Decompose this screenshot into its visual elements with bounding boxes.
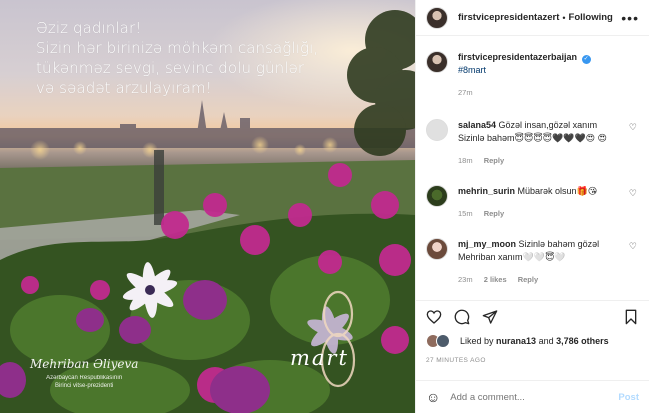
- comment-time: 15m: [458, 209, 473, 218]
- signature-title-line: Birinci vitse-prezidenti: [55, 383, 114, 389]
- reply-button[interactable]: Reply: [484, 156, 504, 165]
- post-button[interactable]: Post: [618, 392, 639, 403]
- reply-button[interactable]: Reply: [484, 209, 504, 218]
- comment: salana54 Gözəl insan,gözəl xanım Sizinlə…: [426, 119, 639, 167]
- liked-by-prefix: Liked by: [460, 336, 494, 346]
- emoji-icon[interactable]: ☺: [426, 390, 440, 404]
- caption-username[interactable]: firstvicepresidentazerbaijan: [458, 52, 577, 62]
- signature-title-line: Azərbaycan Respublikasının: [46, 375, 123, 381]
- add-comment-input[interactable]: [450, 391, 619, 403]
- greeting-text: Əziz qadınlar! Sizin hər birinizə möhkəm…: [36, 18, 366, 98]
- comment-icon[interactable]: [454, 309, 470, 325]
- comment-username[interactable]: mehrin_surin: [458, 186, 515, 196]
- comment-text: Mübarək olsun🎁😘: [517, 186, 598, 196]
- share-icon[interactable]: [482, 309, 498, 325]
- caption: firstvicepresidentazerbaijan ✓ #8mart 27…: [426, 37, 639, 99]
- avatar[interactable]: [426, 238, 448, 260]
- like-heart-icon[interactable]: [426, 309, 442, 325]
- more-options-icon[interactable]: •••: [621, 11, 639, 25]
- verified-badge-icon: ✓: [581, 55, 591, 64]
- signature-title: Azərbaycan Respublikasının Birinci vitse…: [30, 374, 138, 390]
- avatar[interactable]: [426, 119, 448, 141]
- post-header: firstvicepresidentazert • Following •••: [416, 0, 649, 36]
- instagram-post: Əziz qadınlar! Sizin hər birinizə möhkəm…: [0, 0, 649, 413]
- likes-summary: Liked by nurana13 and 3,786 others: [426, 334, 609, 348]
- like-comment-heart-icon[interactable]: ♡: [629, 188, 637, 199]
- avatar[interactable]: [426, 185, 448, 207]
- post-time: 27 MINUTES AGO: [426, 357, 486, 364]
- like-comment-heart-icon[interactable]: ♡: [629, 122, 637, 133]
- add-comment-bar: ☺ Post: [416, 380, 649, 413]
- bookmark-icon[interactable]: [623, 309, 639, 325]
- comment-time: 18m: [458, 156, 473, 165]
- greeting-line: tükənməz sevgi, sevinc dolu günlər: [36, 59, 305, 77]
- comment-time: 23m: [458, 275, 473, 284]
- hashtag-link[interactable]: #8mart: [458, 65, 486, 75]
- caption-time: 27m: [458, 88, 473, 97]
- greeting-line: Əziz qadınlar!: [36, 19, 142, 37]
- following-button[interactable]: Following: [569, 12, 613, 23]
- liked-by-user[interactable]: nurana13: [496, 336, 536, 346]
- post-sidebar: firstvicepresidentazert • Following ••• …: [415, 0, 649, 413]
- liked-by-text: Liked by nurana13 and 3,786 others: [460, 336, 609, 346]
- header-username[interactable]: firstvicepresidentazert: [458, 12, 559, 23]
- greeting-line: Sizin hər birinizə möhkəm cansağlığı,: [36, 39, 319, 57]
- liker-avatars[interactable]: [426, 334, 454, 348]
- comment-username[interactable]: salana54: [458, 120, 496, 130]
- comment-likes[interactable]: 2 likes: [484, 275, 507, 284]
- comment: mj_my_moon Sizinlə bahəm gözəl Mehriban …: [426, 238, 639, 286]
- signature-name: Mehriban Əliyeva: [30, 357, 139, 371]
- signature: Mehriban Əliyeva Azərbaycan Respublikası…: [30, 357, 138, 390]
- comments-list: firstvicepresidentazerbaijan ✓ #8mart 27…: [416, 37, 649, 325]
- caption-meta: 27m: [458, 86, 618, 99]
- avatar[interactable]: [426, 51, 448, 73]
- greeting-line: və səadət arzulayıram!: [36, 79, 212, 97]
- mart-logo-text: mart: [290, 346, 349, 370]
- comment-username[interactable]: mj_my_moon: [458, 239, 516, 249]
- avatar[interactable]: [426, 6, 448, 29]
- likes-count[interactable]: 3,786 others: [556, 336, 609, 346]
- like-comment-heart-icon[interactable]: ♡: [629, 241, 637, 252]
- action-bar: [416, 300, 649, 333]
- post-image[interactable]: Əziz qadınlar! Sizin hər birinizə möhkəm…: [0, 0, 415, 413]
- separator-dot: •: [562, 12, 566, 23]
- comment: mehrin_surin Mübarək olsun🎁😘 15m Reply ♡: [426, 185, 639, 220]
- liked-by-and: and: [538, 336, 554, 346]
- reply-button[interactable]: Reply: [518, 275, 538, 284]
